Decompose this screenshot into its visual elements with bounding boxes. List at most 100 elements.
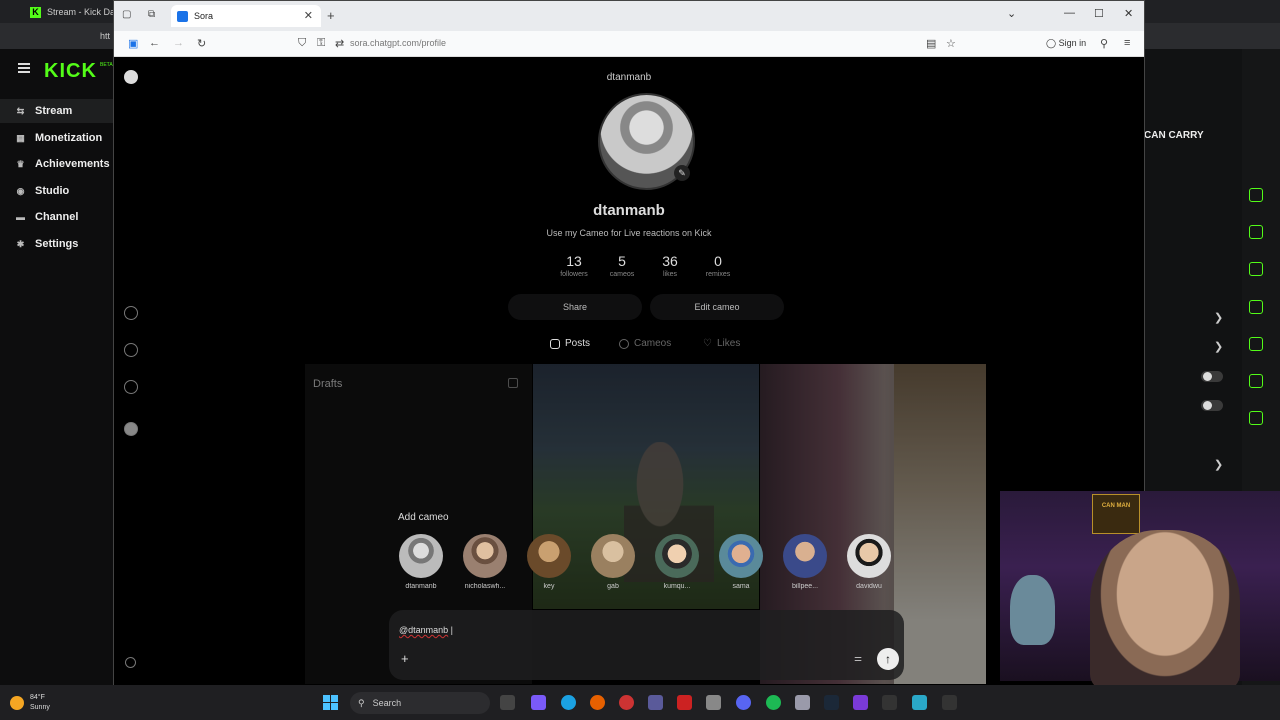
play-icon[interactable] bbox=[124, 306, 138, 320]
edit-cameo-button[interactable]: Edit cameo bbox=[650, 294, 784, 320]
taskbar-search[interactable]: ⚲ Search bbox=[350, 692, 490, 714]
stat-likes[interactable]: 36 likes bbox=[645, 253, 695, 278]
cameo-avatar bbox=[719, 534, 763, 578]
app-icon[interactable] bbox=[912, 695, 927, 710]
tab-cameos[interactable]: Cameos bbox=[619, 338, 671, 349]
discord-icon[interactable] bbox=[736, 695, 751, 710]
sidebar-item-studio[interactable]: ◉ Studio bbox=[0, 179, 114, 203]
app-icon[interactable] bbox=[677, 695, 692, 710]
settings-sliders-icon[interactable]: ⚌ bbox=[854, 653, 862, 664]
cameo-avatar bbox=[527, 534, 571, 578]
cameo-option[interactable]: billpee... bbox=[775, 534, 835, 590]
page-info-icon[interactable]: ⇄ bbox=[335, 37, 344, 50]
reader-view-icon[interactable]: ▤ bbox=[926, 37, 936, 50]
more-options-icon[interactable] bbox=[125, 657, 136, 668]
share-button[interactable]: Share bbox=[508, 294, 642, 320]
cameo-option[interactable]: davidwu bbox=[839, 534, 899, 590]
sidebar-item-channel[interactable]: ▬ Channel bbox=[0, 205, 114, 229]
cameo-option[interactable]: kumqu... bbox=[647, 534, 707, 590]
cameo-option[interactable]: dtanmanb bbox=[391, 534, 451, 590]
edit-pencil-icon[interactable]: ✎ bbox=[674, 165, 690, 181]
cameo-option[interactable]: gab bbox=[583, 534, 643, 590]
toggle-switch[interactable] bbox=[1201, 400, 1223, 411]
reload-icon[interactable]: ↻ bbox=[197, 37, 206, 50]
fx-app-icon[interactable] bbox=[942, 695, 957, 710]
sidebar-item-achievements[interactable]: ♛ Achievements bbox=[0, 152, 114, 176]
tab-actions-icon[interactable]: ▢ bbox=[122, 9, 131, 20]
menu-icon[interactable]: ≡ bbox=[1124, 37, 1130, 49]
forward-arrow-icon[interactable]: → bbox=[173, 37, 184, 49]
stat-remixes[interactable]: 0 remixes bbox=[693, 253, 743, 278]
sora-left-rail bbox=[114, 57, 148, 685]
tab-list-chevron-icon[interactable]: ⌄ bbox=[1007, 7, 1016, 20]
app-icon[interactable] bbox=[648, 695, 663, 710]
scan-tool-icon[interactable] bbox=[1249, 188, 1263, 202]
background-url[interactable]: htt bbox=[100, 31, 110, 41]
app-icon[interactable] bbox=[882, 695, 897, 710]
extensions-icon[interactable]: ⚲ bbox=[1100, 37, 1108, 50]
send-button[interactable]: ↑ bbox=[877, 648, 899, 670]
chat-tool-icon[interactable] bbox=[1249, 300, 1263, 314]
sidebar-toggle-icon[interactable]: ▣ bbox=[128, 37, 138, 50]
stat-followers[interactable]: 13 followers bbox=[549, 253, 599, 278]
lock-icon[interactable]: ⚿ bbox=[317, 37, 325, 50]
tab-posts[interactable]: Posts bbox=[550, 338, 590, 349]
search-icon[interactable] bbox=[124, 343, 138, 357]
task-view-icon[interactable] bbox=[500, 695, 515, 710]
chevron-right-icon[interactable]: ❯ bbox=[1214, 311, 1223, 324]
wrench-tool-icon[interactable] bbox=[1249, 411, 1263, 425]
copilot-icon[interactable] bbox=[531, 695, 546, 710]
profile-avatar-icon[interactable] bbox=[124, 422, 138, 436]
edge-icon[interactable] bbox=[561, 695, 576, 710]
new-tab-icon[interactable]: + bbox=[327, 8, 335, 23]
prompt-input[interactable]: @dtanmanb | bbox=[399, 625, 453, 635]
bell-icon[interactable] bbox=[124, 380, 138, 394]
layout-tool-icon[interactable] bbox=[1249, 374, 1263, 388]
app-icon[interactable] bbox=[853, 695, 868, 710]
sidebar-item-stream[interactable]: ⇆ Stream bbox=[0, 99, 114, 123]
sign-in-button[interactable]: ◯ Sign in bbox=[1046, 38, 1086, 49]
steam-icon[interactable] bbox=[824, 695, 839, 710]
chevron-right-icon[interactable]: ❯ bbox=[1214, 458, 1223, 471]
hamburger-menu-icon[interactable] bbox=[18, 63, 30, 73]
sidebar-item-settings[interactable]: ✱ Settings bbox=[0, 232, 114, 256]
address-bar[interactable]: sora.chatgpt.com/profile bbox=[350, 38, 446, 48]
weather-widget[interactable]: 84°F Sunny bbox=[10, 693, 50, 713]
posts-icon bbox=[550, 338, 560, 349]
app-icon[interactable] bbox=[795, 695, 810, 710]
document-tool-icon[interactable] bbox=[1249, 262, 1263, 276]
background-tab[interactable]: K Stream - Kick Da bbox=[30, 2, 120, 22]
app-icon[interactable] bbox=[706, 695, 721, 710]
sora-browser-window: ▢ ⧉ Sora ✕ + ⌄ — ☐ ✕ ▣ ← → ↻ ⛉ ⚿ ⇄ sora.… bbox=[113, 0, 1145, 685]
cameo-option[interactable]: sama bbox=[711, 534, 771, 590]
minimize-icon[interactable]: — bbox=[1064, 7, 1075, 19]
tab-likes[interactable]: ♡ Likes bbox=[703, 338, 740, 349]
shield-icon[interactable]: ⛉ bbox=[298, 37, 306, 50]
close-window-icon[interactable]: ✕ bbox=[1124, 7, 1133, 20]
app-icon[interactable] bbox=[619, 695, 634, 710]
tab-sora[interactable]: Sora ✕ bbox=[171, 5, 321, 27]
windows-start-icon[interactable] bbox=[323, 695, 338, 710]
chevron-right-icon[interactable]: ❯ bbox=[1214, 340, 1223, 353]
prompt-composer[interactable]: @dtanmanb | + ⚌ ↑ bbox=[389, 610, 904, 680]
broadcast-tool-icon[interactable] bbox=[1249, 337, 1263, 351]
sidebar-item-monetization[interactable]: ▦ Monetization bbox=[0, 126, 114, 150]
taskbar: 84°F Sunny ⚲ Search bbox=[0, 685, 1280, 720]
cameo-option[interactable]: nicholaswh... bbox=[455, 534, 515, 590]
cameo-option[interactable]: key bbox=[519, 534, 579, 590]
maximize-icon[interactable]: ☐ bbox=[1094, 7, 1104, 20]
stat-cameos[interactable]: 5 cameos bbox=[597, 253, 647, 278]
tab-groups-icon[interactable]: ⧉ bbox=[148, 9, 155, 20]
firefox-icon[interactable] bbox=[590, 695, 605, 710]
back-arrow-icon[interactable]: ← bbox=[149, 37, 160, 49]
toggle-switch[interactable] bbox=[1201, 371, 1223, 382]
streamer bbox=[1090, 530, 1240, 690]
add-attachment-icon[interactable]: + bbox=[401, 651, 409, 666]
monetization-icon: ▦ bbox=[16, 132, 25, 143]
gear-icon: ✱ bbox=[16, 238, 25, 249]
lightning-tool-icon[interactable] bbox=[1249, 225, 1263, 239]
bookmark-star-icon[interactable]: ☆ bbox=[946, 37, 956, 50]
spotify-icon[interactable] bbox=[766, 695, 781, 710]
close-tab-icon[interactable]: ✕ bbox=[304, 9, 313, 22]
profile-header-username: dtanmanb bbox=[606, 72, 652, 83]
